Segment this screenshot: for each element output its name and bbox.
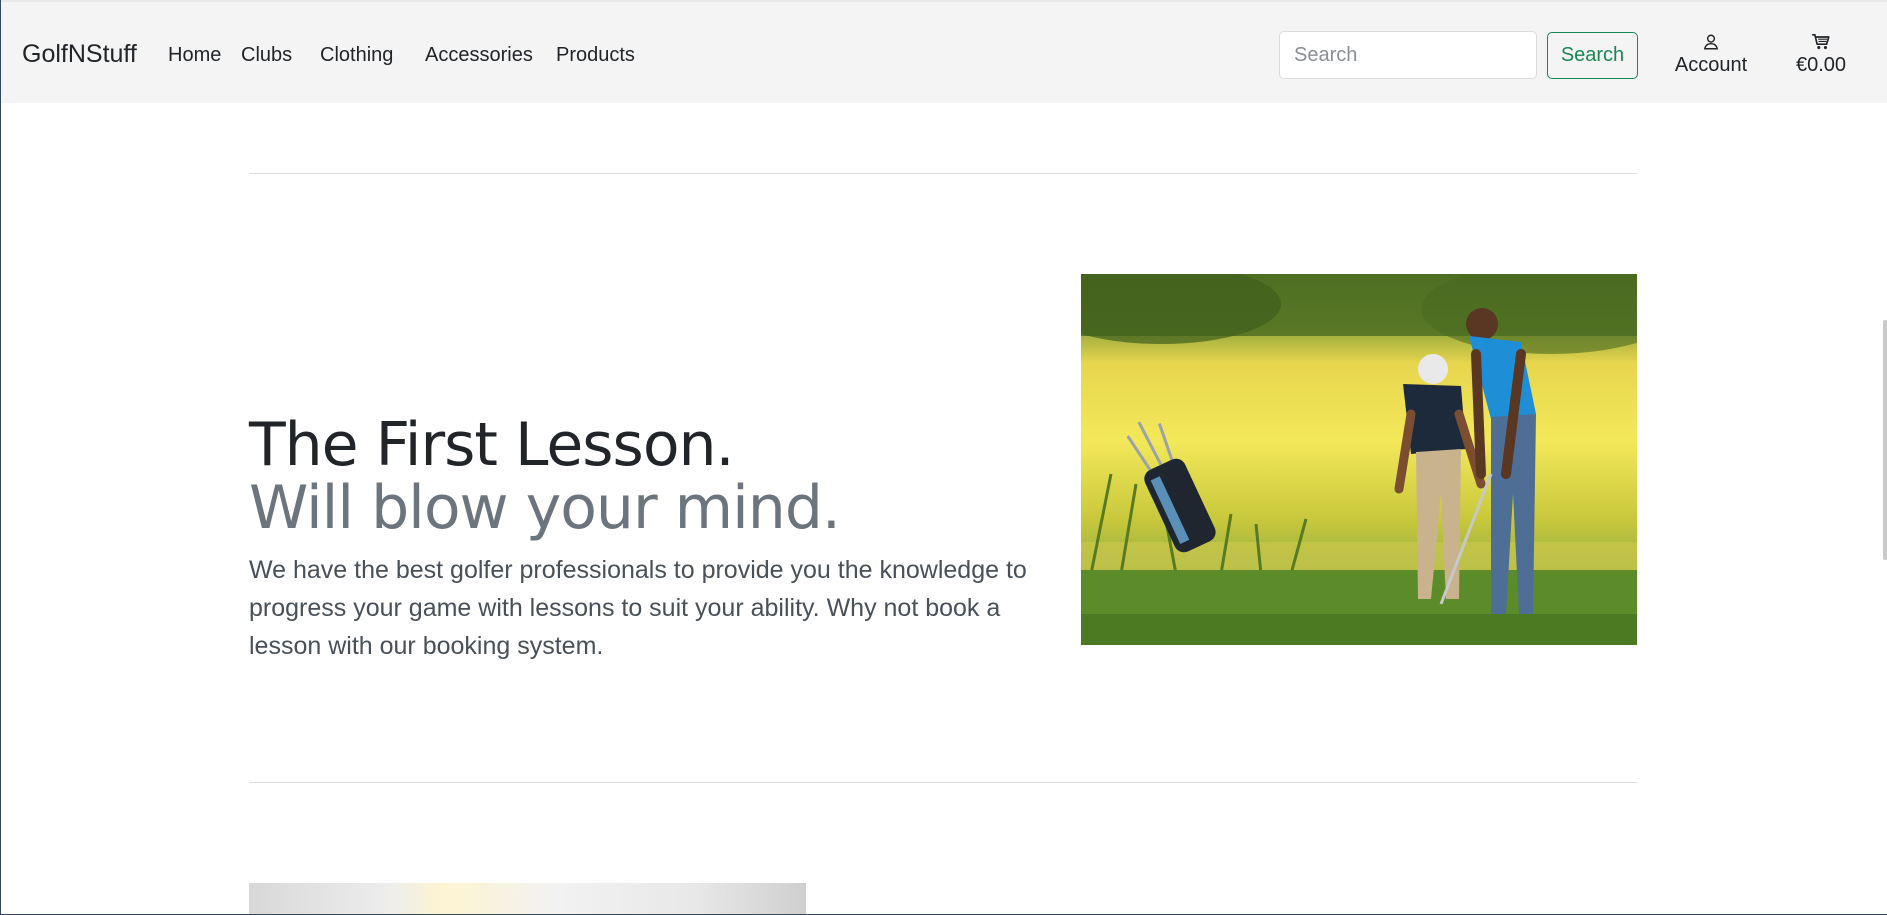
- nav-link-home[interactable]: Home: [168, 44, 221, 67]
- cart-total: €0.00: [1795, 54, 1847, 76]
- feature-title: The First Lesson.: [249, 410, 735, 480]
- nav-link-accessories[interactable]: Accessories: [425, 44, 533, 67]
- person-icon: [1703, 34, 1719, 50]
- search-button[interactable]: Search: [1547, 32, 1638, 79]
- feature-description: We have the best golfer professionals to…: [249, 556, 1027, 660]
- account-label: Account: [1674, 54, 1748, 76]
- section-divider: [249, 173, 1637, 174]
- feature-subtitle: Will blow your mind.: [249, 473, 841, 543]
- nav-link-clothing[interactable]: Clothing: [320, 44, 393, 67]
- scrollbar-thumb[interactable]: [1883, 320, 1887, 560]
- nav-link-products[interactable]: Products: [556, 44, 635, 67]
- feature-heading: The First Lesson. Will blow your mind.: [249, 410, 841, 543]
- golf-lesson-illustration: [1081, 274, 1637, 645]
- page: GolfNStuff Home Clubs Clothing Accessori…: [0, 0, 1887, 915]
- nav-link-clubs[interactable]: Clubs: [241, 44, 292, 67]
- next-feature-photo: [249, 883, 806, 914]
- golf-lesson-photo: [1081, 274, 1637, 645]
- search-input[interactable]: [1279, 31, 1537, 79]
- cart-link[interactable]: €0.00: [1791, 33, 1851, 77]
- section-divider: [249, 782, 1637, 783]
- account-link[interactable]: Account: [1671, 33, 1751, 77]
- cart-icon: [1812, 33, 1830, 50]
- brand-logo[interactable]: GolfNStuff: [22, 40, 137, 69]
- navbar: GolfNStuff Home Clubs Clothing Accessori…: [1, 0, 1887, 103]
